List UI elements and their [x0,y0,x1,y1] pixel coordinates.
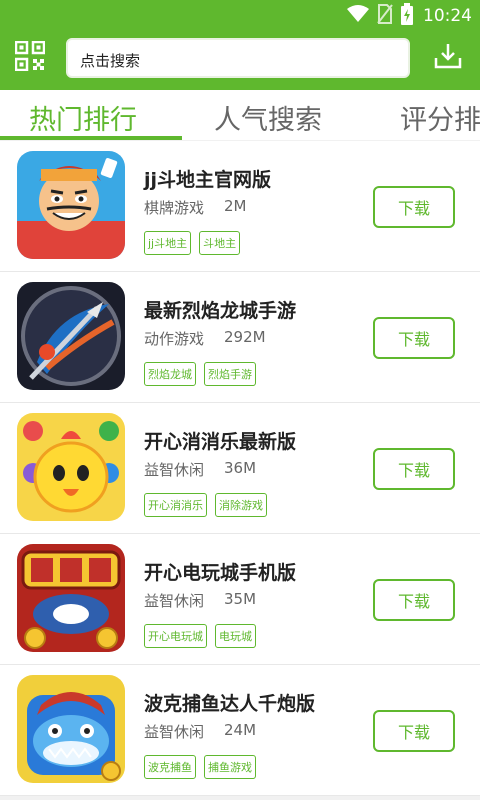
tab-active-indicator [0,136,182,140]
app-meta: 益智休闲 35M [144,590,256,611]
app-tags: jj斗地主 斗地主 [144,231,241,255]
status-bar: 10:24 [0,0,480,28]
status-time: 10:24 [423,6,472,26]
list-item[interactable]: 波克捕鱼达人千炮版 益智休闲 24M 波克捕鱼 捕鱼游戏 下载 [0,665,480,796]
app-tag[interactable]: 电玩城 [215,624,256,648]
search-placeholder: 点击搜索 [80,52,141,70]
app-name: 最新烈焰龙城手游 [144,300,297,322]
list-item[interactable]: jj斗地主官网版 棋牌游戏 2M jj斗地主 斗地主 下载 [0,141,480,272]
arcade-coin-icon[interactable] [17,544,125,652]
download-button[interactable]: 下载 [373,448,455,490]
app-tag[interactable]: jj斗地主 [144,231,192,255]
app-tags: 开心电玩城 电玩城 [144,624,256,648]
list-item[interactable]: 最新烈焰龙城手游 动作游戏 292M 烈焰龙城 烈焰手游 下载 [0,272,480,403]
app-tag[interactable]: 波克捕鱼 [144,755,196,779]
download-manager-button[interactable] [432,42,464,74]
tab-hot-ranking[interactable]: 热门排行 [29,98,137,137]
qr-code-icon [14,40,46,75]
tab-rating[interactable]: 评分排 [400,98,480,137]
app-category: 动作游戏 [144,330,205,348]
app-size: 2M [224,197,247,215]
app-tag[interactable]: 开心电玩城 [144,624,207,648]
app-category: 益智休闲 [144,461,205,479]
app-meta: 棋牌游戏 2M [144,197,247,218]
app-tag[interactable]: 开心消消乐 [144,493,207,517]
app-tag[interactable]: 烈焰手游 [204,362,256,386]
app-name: 波克捕鱼达人千炮版 [144,693,316,715]
wifi-icon [347,5,369,27]
app-tags: 烈焰龙城 烈焰手游 [144,362,256,386]
app-list: jj斗地主官网版 棋牌游戏 2M jj斗地主 斗地主 下载 最新烈焰龙城手游 动 [0,141,480,796]
app-tag[interactable]: 斗地主 [199,231,241,255]
sword-dragon-icon[interactable] [17,282,125,390]
download-button[interactable]: 下载 [373,186,455,228]
poker-character-icon[interactable] [17,151,125,259]
app-size: 292M [224,328,266,346]
shark-fish-icon[interactable] [17,675,125,783]
tab-bar: 热门排行 人气搜索 评分排 [0,90,480,140]
app-category: 益智休闲 [144,592,205,610]
app-category: 棋牌游戏 [144,199,205,217]
app-size: 24M [224,721,257,739]
app-tag[interactable]: 消除游戏 [215,493,267,517]
app-tags: 开心消消乐 消除游戏 [144,493,267,517]
app-tag[interactable]: 捕鱼游戏 [204,755,256,779]
download-icon [434,42,462,74]
qr-scan-button[interactable] [14,40,46,75]
tab-popular-search[interactable]: 人气搜索 [214,98,322,137]
app-size: 35M [224,590,257,608]
app-meta: 益智休闲 36M [144,459,256,480]
app-size: 36M [224,459,257,477]
list-item[interactable]: 开心电玩城手机版 益智休闲 35M 开心电玩城 电玩城 下载 [0,534,480,665]
download-button[interactable]: 下载 [373,317,455,359]
app-tags: 波克捕鱼 捕鱼游戏 [144,755,256,779]
battery-charging-icon [401,3,413,29]
app-name: 开心消消乐最新版 [144,431,297,453]
app-category: 益智休闲 [144,723,205,741]
app-name: 开心电玩城手机版 [144,562,297,584]
app-name: jj斗地主官网版 [144,169,272,191]
app-tag[interactable]: 烈焰龙城 [144,362,196,386]
app-meta: 动作游戏 292M [144,328,266,349]
header: 点击搜索 [0,28,480,90]
download-button[interactable]: 下载 [373,579,455,621]
app-meta: 益智休闲 24M [144,721,256,742]
no-sim-icon [377,4,393,28]
status-icons: 10:24 [347,3,472,29]
list-item[interactable]: 开心消消乐最新版 益智休闲 36M 开心消消乐 消除游戏 下载 [0,403,480,534]
download-button[interactable]: 下载 [373,710,455,752]
yellow-chick-icon[interactable] [17,413,125,521]
search-input[interactable]: 点击搜索 [66,38,410,78]
